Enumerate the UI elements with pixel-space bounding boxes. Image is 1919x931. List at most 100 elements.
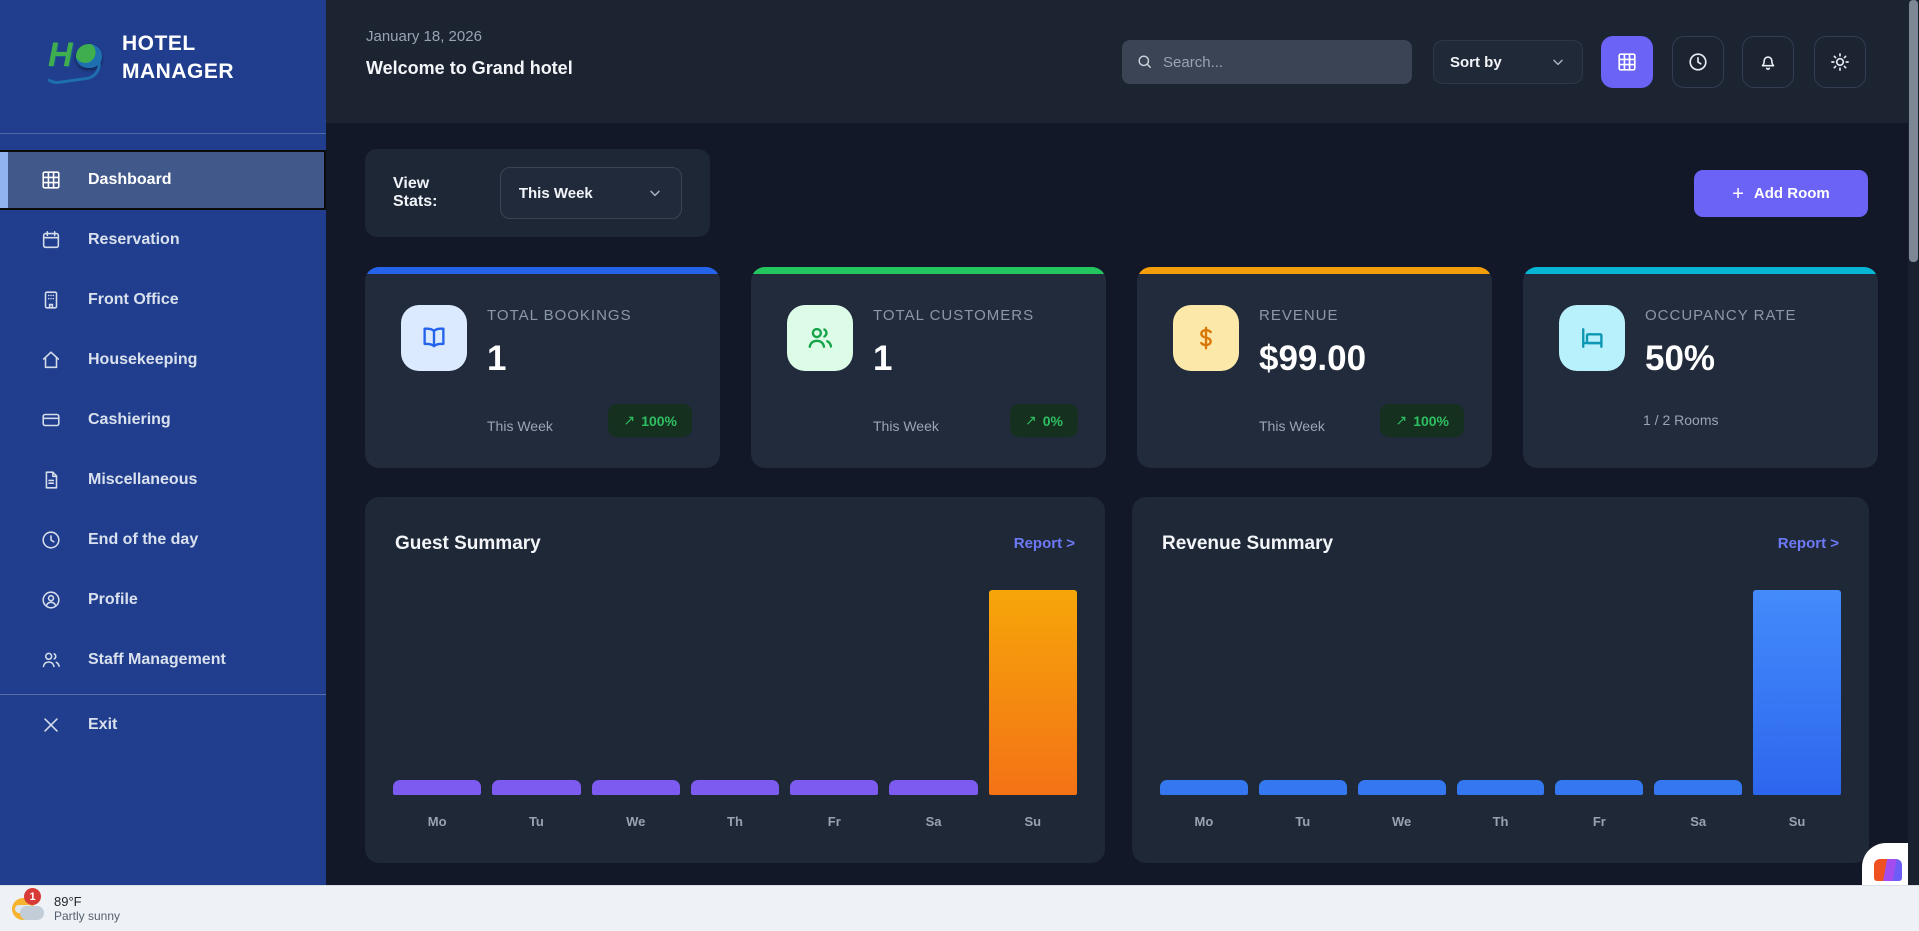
bar-label: We	[1358, 814, 1446, 829]
sort-by-button[interactable]: Sort by	[1433, 40, 1583, 84]
trend-badge: ↗ 0%	[1010, 404, 1078, 437]
bar-label: Th	[691, 814, 779, 829]
header-date: January 18, 2026	[366, 28, 482, 45]
stat-subtext: 1 / 2 Rooms	[1643, 412, 1718, 428]
add-room-button[interactable]: + Add Room	[1694, 170, 1868, 217]
bar-labels: MoTuWeThFrSaSu	[1160, 814, 1841, 829]
search-input[interactable]	[1163, 54, 1398, 71]
weather-temp: 89°F	[54, 894, 120, 909]
bar-label: Mo	[1160, 814, 1248, 829]
stat-title: TOTAL BOOKINGS	[487, 307, 632, 324]
revenue-summary-card: Revenue Summary Report > MoTuWeThFrSaSu	[1132, 497, 1869, 863]
search-box[interactable]	[1122, 40, 1412, 84]
bar-label: Su	[989, 814, 1077, 829]
stat-value: 1	[873, 339, 892, 379]
sidebar-item-miscellaneous[interactable]: Miscellaneous	[0, 450, 326, 510]
hotel-manager-logo: H	[42, 34, 104, 82]
chart-title: Guest Summary	[395, 533, 541, 555]
report-link[interactable]: Report >	[1014, 535, 1075, 552]
bar-label: Tu	[492, 814, 580, 829]
period-select[interactable]: This Week	[500, 167, 682, 219]
grid-icon	[40, 169, 62, 191]
stat-value: 1	[487, 339, 506, 379]
report-link[interactable]: Report >	[1778, 535, 1839, 552]
bar-label: Th	[1457, 814, 1545, 829]
sidebar-item-label: Profile	[88, 591, 138, 609]
bar-label: Sa	[1654, 814, 1742, 829]
taskbar-weather-widget[interactable]: 1 89°F Partly sunny	[10, 890, 120, 926]
credit-card-icon	[40, 409, 62, 431]
sidebar-item-front-office[interactable]: Front Office	[0, 270, 326, 330]
theme-toggle-button[interactable]	[1814, 36, 1866, 88]
bar-su	[989, 590, 1077, 795]
bell-icon	[1757, 51, 1779, 73]
bar-label: We	[592, 814, 680, 829]
plus-icon: +	[1732, 184, 1744, 204]
trend-badge: ↗ 100%	[1380, 404, 1464, 437]
widgets-peek-icon	[1874, 859, 1902, 881]
x-icon	[40, 714, 62, 736]
book-open-icon	[401, 305, 467, 371]
sidebar-item-cashiering[interactable]: Cashiering	[0, 390, 326, 450]
bar-we	[592, 780, 680, 795]
stat-period: This Week	[487, 418, 553, 434]
bar-tu	[492, 780, 580, 795]
stat-title: TOTAL CUSTOMERS	[873, 307, 1034, 324]
topbar: January 18, 2026 Welcome to Grand hotel …	[326, 0, 1908, 123]
sidebar-item-label: Front Office	[88, 291, 179, 309]
bar-su	[1753, 590, 1841, 795]
building-icon	[40, 289, 62, 311]
document-icon	[40, 469, 62, 491]
sidebar-item-label: Staff Management	[88, 651, 226, 669]
bar-label: Tu	[1259, 814, 1347, 829]
notification-badge: 1	[24, 888, 41, 905]
trend-value: 100%	[1413, 413, 1449, 429]
app-title: HOTEL MANAGER	[122, 30, 262, 87]
bar-sa	[1654, 780, 1742, 795]
card-accent	[1523, 267, 1878, 274]
chevron-down-icon	[1550, 54, 1566, 70]
home-icon	[40, 349, 62, 371]
guest-summary-card: Guest Summary Report > MoTuWeThFrSaSu	[365, 497, 1105, 863]
notifications-button[interactable]	[1742, 36, 1794, 88]
logo-row: H HOTEL MANAGER	[0, 0, 326, 87]
bar-label: Sa	[889, 814, 977, 829]
calendar-icon	[40, 229, 62, 251]
stat-title: OCCUPANCY RATE	[1645, 307, 1797, 324]
sidebar-item-housekeeping[interactable]: Housekeeping	[0, 330, 326, 390]
stat-period: This Week	[1259, 418, 1325, 434]
stat-card-occupancy-rate: OCCUPANCY RATE 50% 1 / 2 Rooms	[1523, 267, 1878, 468]
sidebar-item-profile[interactable]: Profile	[0, 570, 326, 630]
add-room-label: Add Room	[1754, 185, 1830, 202]
clock-icon	[1687, 51, 1709, 73]
sidebar-nav: Dashboard Reservation Front Office House…	[0, 150, 326, 755]
widgets-peek-button[interactable]	[1862, 843, 1908, 885]
bed-icon	[1559, 305, 1625, 371]
stat-card-revenue: REVENUE $99.00 This Week ↗ 100%	[1137, 267, 1492, 468]
trend-up-icon: ↗	[1025, 412, 1037, 429]
clock-icon	[40, 529, 62, 551]
sidebar-item-exit[interactable]: Exit	[0, 695, 326, 755]
sidebar-item-reservation[interactable]: Reservation	[0, 210, 326, 270]
bar-th	[1457, 780, 1545, 795]
chart-title: Revenue Summary	[1162, 533, 1333, 555]
bar-label: Fr	[790, 814, 878, 829]
view-stats-label: View Stats:	[393, 175, 476, 211]
sidebar-item-dashboard[interactable]: Dashboard	[0, 150, 326, 210]
sidebar-item-staff-management[interactable]: Staff Management	[0, 630, 326, 690]
sidebar-item-label: Exit	[88, 716, 117, 734]
sidebar-divider	[0, 133, 326, 134]
vertical-scrollbar[interactable]	[1908, 0, 1919, 885]
period-value: This Week	[519, 185, 593, 202]
sidebar-item-label: Dashboard	[88, 171, 172, 189]
sidebar-item-end-of-day[interactable]: End of the day	[0, 510, 326, 570]
history-button[interactable]	[1672, 36, 1724, 88]
bar-th	[691, 780, 779, 795]
view-stats-card: View Stats: This Week	[365, 149, 710, 237]
bar-label: Su	[1753, 814, 1841, 829]
users-icon	[787, 305, 853, 371]
trend-up-icon: ↗	[1395, 412, 1407, 429]
scrollbar-thumb[interactable]	[1909, 0, 1918, 262]
screen: H HOTEL MANAGER Dashboard Reservation Fr…	[0, 0, 1919, 931]
apps-grid-button[interactable]	[1601, 36, 1653, 88]
